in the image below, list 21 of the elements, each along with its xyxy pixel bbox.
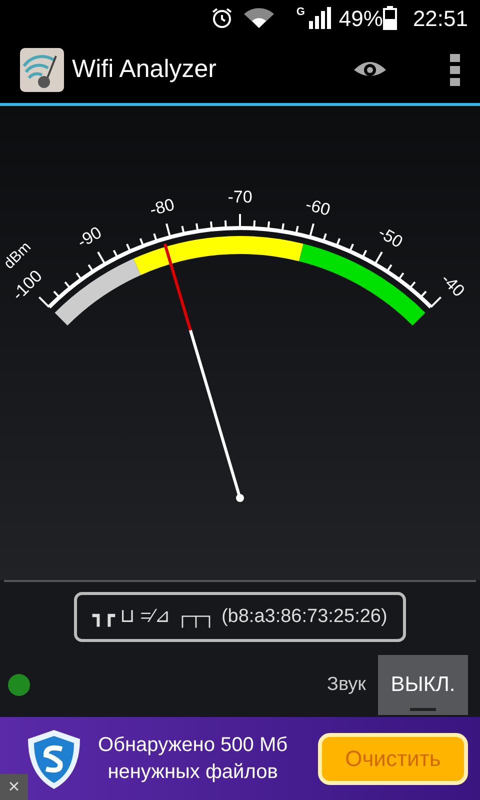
network-type: G — [296, 5, 305, 20]
app-title: Wifi Analyzer — [72, 54, 216, 85]
battery-percent: 49% — [338, 4, 383, 32]
overflow-menu-icon[interactable] — [450, 54, 460, 86]
ad-text: Обнаружено 500 Мб ненужных файлов — [98, 732, 288, 784]
scale-label: -60 — [304, 194, 332, 220]
close-button[interactable]: × — [0, 774, 28, 800]
battery-icon — [382, 6, 397, 30]
scale-label: -80 — [148, 194, 176, 220]
signal-icon — [308, 7, 331, 29]
app-logo-icon — [20, 48, 64, 92]
sound-label: Звук — [327, 672, 366, 697]
clock: 22:51 — [412, 4, 468, 32]
network-name: ┓┏ ⊔ =⁄⊿ ┌┬┐ (b8:a3:86:73:25:26) — [74, 592, 406, 642]
scale-label: -70 — [228, 187, 252, 206]
sound-toggle[interactable]: ВЫКЛ. — [378, 655, 468, 715]
scale-label: -40 — [437, 270, 468, 301]
wifi-icon — [242, 6, 276, 30]
alarm-icon — [210, 6, 234, 30]
scale-label: -50 — [375, 222, 406, 252]
scale-label: -90 — [74, 222, 105, 252]
